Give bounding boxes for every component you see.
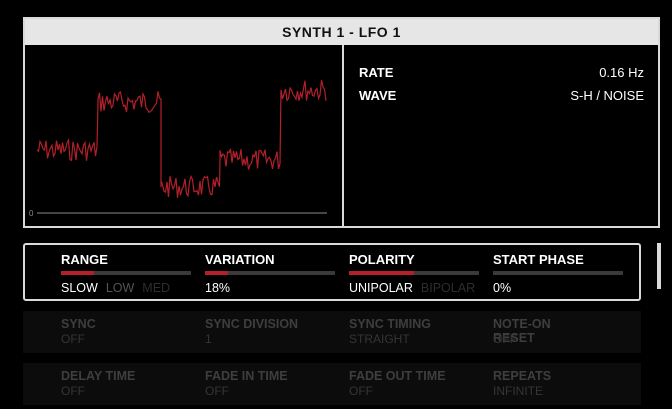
sync-value: OFF xyxy=(61,332,85,346)
start-phase-label: START PHASE xyxy=(493,252,584,267)
delay-time-value: OFF xyxy=(61,384,85,398)
range-options: SLOW LOW MED xyxy=(61,281,170,295)
scrollbar[interactable] xyxy=(657,243,661,289)
sync-timing-param[interactable]: SYNC TIMING STRAIGHT xyxy=(311,311,451,353)
repeats-label: REPEATS xyxy=(493,369,552,383)
zero-label: 0 xyxy=(29,209,34,218)
repeats-value: INFINITE xyxy=(493,384,543,398)
rate-row: RATE 0.16 Hz xyxy=(359,65,644,83)
delay-time-label: DELAY TIME xyxy=(61,369,136,383)
range-bar-fill xyxy=(61,271,94,275)
sync-param[interactable]: SYNC OFF xyxy=(23,311,163,353)
info-pane: RATE 0.16 Hz WAVE S-H / NOISE xyxy=(345,45,658,226)
note-on-reset-value: OFF xyxy=(493,332,517,346)
fade-in-time-param[interactable]: FADE IN TIME OFF xyxy=(167,363,307,405)
range-bar[interactable] xyxy=(61,271,191,275)
start-phase-bar[interactable] xyxy=(493,271,623,275)
range-option-low[interactable]: LOW xyxy=(106,281,134,295)
waveform-trace xyxy=(36,79,327,198)
variation-label: VARIATION xyxy=(205,252,275,267)
range-option-med[interactable]: MED xyxy=(142,281,170,295)
start-phase-param[interactable]: START PHASE 0% xyxy=(479,245,623,299)
polarity-param[interactable]: POLARITY UNIPOLAR BIPOLAR xyxy=(335,245,479,299)
polarity-bar-fill xyxy=(349,271,414,275)
range-option-slow[interactable]: SLOW xyxy=(61,281,98,295)
fade-in-time-label: FADE IN TIME xyxy=(205,369,288,383)
range-param[interactable]: RANGE SLOW LOW MED xyxy=(47,245,191,299)
sync-division-param[interactable]: SYNC DIVISION 1 xyxy=(167,311,307,353)
fade-out-time-param[interactable]: FADE OUT TIME OFF xyxy=(311,363,451,405)
wave-label: WAVE xyxy=(359,88,397,103)
fade-params-row: DELAY TIME OFF FADE IN TIME OFF FADE OUT… xyxy=(23,363,641,405)
start-phase-value: 0% xyxy=(493,281,512,295)
lfo-panel: SYNTH 1 - LFO 1 0 RATE 0.16 Hz WAVE S-H … xyxy=(23,17,660,228)
polarity-option-bipolar[interactable]: BIPOLAR xyxy=(421,281,475,295)
variation-param[interactable]: VARIATION 18% xyxy=(191,245,335,299)
repeats-param[interactable]: REPEATS INFINITE xyxy=(455,363,595,405)
wave-value[interactable]: S-H / NOISE xyxy=(570,88,644,103)
sync-division-label: SYNC DIVISION xyxy=(205,317,299,331)
variation-bar-fill xyxy=(205,271,229,275)
sync-timing-value: STRAIGHT xyxy=(349,332,410,346)
fade-out-time-value: OFF xyxy=(349,384,373,398)
fade-out-time-label: FADE OUT TIME xyxy=(349,369,446,383)
fade-in-time-value: OFF xyxy=(205,384,229,398)
sync-params-row: SYNC OFF SYNC DIVISION 1 SYNC TIMING STR… xyxy=(23,311,641,353)
main-params-row: RANGE SLOW LOW MED VARIATION 18% POLARITY … xyxy=(23,243,641,301)
wave-row: WAVE S-H / NOISE xyxy=(359,88,644,106)
range-label: RANGE xyxy=(61,252,108,267)
sync-timing-label: SYNC TIMING xyxy=(349,317,431,331)
note-on-reset-param[interactable]: NOTE-ON RESET OFF xyxy=(455,311,595,353)
polarity-option-unipolar[interactable]: UNIPOLAR xyxy=(349,281,413,295)
panel-title: SYNTH 1 - LFO 1 xyxy=(25,19,658,45)
polarity-label: POLARITY xyxy=(349,252,415,267)
polarity-bar[interactable] xyxy=(349,271,479,275)
rate-value[interactable]: 0.16 Hz xyxy=(599,65,644,80)
polarity-options: UNIPOLAR BIPOLAR xyxy=(349,281,475,295)
variation-bar[interactable] xyxy=(205,271,335,275)
variation-value: 18% xyxy=(205,281,231,295)
sync-label: SYNC xyxy=(61,317,96,331)
delay-time-param[interactable]: DELAY TIME OFF xyxy=(23,363,163,405)
waveform-svg: 0 xyxy=(29,79,327,218)
sync-division-value: 1 xyxy=(205,332,212,346)
rate-label: RATE xyxy=(359,65,394,80)
lfo-waveform-display: 0 xyxy=(25,45,344,226)
